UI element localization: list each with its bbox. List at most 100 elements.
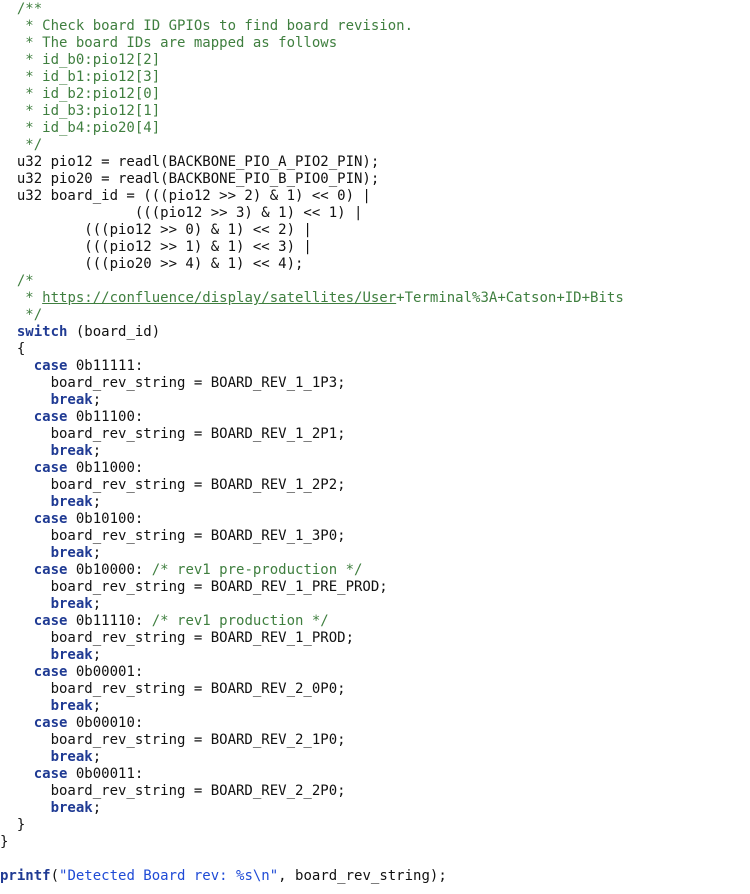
code-line: case 0b10000: /* rev1 pre-production */ [0, 562, 624, 579]
code-line: board_rev_string = BOARD_REV_1_1P3; [0, 375, 624, 392]
code-line: board_rev_string = BOARD_REV_2_2P0; [0, 783, 624, 800]
code-line: u32 board_id = (((pio12 >> 2) & 1) << 0)… [0, 188, 624, 205]
code-token: u32 pio12 = readl(BACKBONE_PIO_A_PIO2_PI… [0, 154, 380, 170]
code-keyword: printf [0, 868, 51, 884]
code-keyword: break [50, 698, 93, 714]
code-comment: * id_b4:pio20[4] [0, 120, 161, 136]
code-token: 0b10100: [67, 511, 144, 527]
code-line: case 0b11110: /* rev1 production */ [0, 613, 624, 630]
code-token: 0b11000: [67, 460, 144, 476]
code-token: ( [50, 868, 60, 884]
code-string: "Detected Board rev: %s\n" [59, 868, 279, 884]
code-line: break; [0, 494, 624, 511]
code-line: * The board IDs are mapped as follows [0, 35, 624, 52]
code-comment: */ [0, 137, 43, 153]
code-token: ; [92, 392, 102, 408]
code-token: u32 board_id = (((pio12 >> 2) & 1) << 0)… [0, 188, 371, 204]
code-token: board_rev_string = BOARD_REV_1_2P2; [0, 477, 346, 493]
code-line: case 0b00001: [0, 664, 624, 681]
code-token: , board_rev_string); [278, 868, 447, 884]
code-token: ; [92, 443, 102, 459]
code-line: /** [0, 1, 624, 18]
code-line: } [0, 834, 624, 851]
code-keyword: case [33, 613, 68, 629]
code-comment: +Terminal%3A+Catson+ID+Bits [396, 290, 624, 306]
code-line: case 0b10100: [0, 511, 624, 528]
code-comment: /** [0, 1, 43, 17]
code-token: u32 pio20 = readl(BACKBONE_PIO_B_PIO0_PI… [0, 171, 380, 187]
code-keyword: break [50, 494, 93, 510]
code-editor[interactable]: /** * Check board ID GPIOs to find board… [0, 0, 750, 894]
code-line: case 0b11000: [0, 460, 624, 477]
code-keyword: case [33, 511, 68, 527]
code-keyword: break [50, 749, 93, 765]
code-comment: * id_b1:pio12[3] [0, 69, 161, 85]
code-token: ; [92, 647, 102, 663]
code-line: */ [0, 307, 624, 324]
code-comment: */ [0, 307, 43, 323]
code-token: board_rev_string = BOARD_REV_2_2P0; [0, 783, 346, 799]
code-token: board_rev_string = BOARD_REV_1_1P3; [0, 375, 346, 391]
code-token: board_rev_string = BOARD_REV_1_2P1; [0, 426, 346, 442]
code-line: (((pio12 >> 0) & 1) << 2) | [0, 222, 624, 239]
code-comment: * Check board ID GPIOs to find board rev… [0, 18, 414, 34]
code-keyword: case [33, 562, 68, 578]
code-token: (((pio12 >> 1) & 1) << 3) | [0, 239, 312, 255]
code-line: board_rev_string = BOARD_REV_1_2P2; [0, 477, 624, 494]
code-keyword: break [50, 392, 93, 408]
code-token: board_rev_string = BOARD_REV_1_PRE_PROD; [0, 579, 388, 595]
code-line: case 0b11100: [0, 409, 624, 426]
code-token: board_rev_string = BOARD_REV_1_3P0; [0, 528, 346, 544]
code-token: ; [92, 698, 102, 714]
code-token: board_rev_string = BOARD_REV_2_0P0; [0, 681, 346, 697]
code-token: 0b00010: [67, 715, 144, 731]
code-line: printf("Detected Board rev: %s\n", board… [0, 868, 624, 885]
code-line: board_rev_string = BOARD_REV_2_1P0; [0, 732, 624, 749]
code-token: 0b00001: [67, 664, 144, 680]
code-line: board_rev_string = BOARD_REV_1_PROD; [0, 630, 624, 647]
code-line: * id_b1:pio12[3] [0, 69, 624, 86]
code-keyword: break [50, 443, 93, 459]
code-line: break; [0, 647, 624, 664]
code-token: ; [92, 494, 102, 510]
code-line: board_rev_string = BOARD_REV_1_3P0; [0, 528, 624, 545]
code-line: } [0, 817, 624, 834]
code-line: break; [0, 392, 624, 409]
code-line: board_rev_string = BOARD_REV_1_2P1; [0, 426, 624, 443]
code-token: ; [92, 800, 102, 816]
code-line: case 0b00011: [0, 766, 624, 783]
code-comment: * id_b0:pio12[2] [0, 52, 161, 68]
code-line: * id_b2:pio12[0] [0, 86, 624, 103]
code-line: break; [0, 596, 624, 613]
code-line: { [0, 341, 624, 358]
code-comment: * id_b2:pio12[0] [0, 86, 161, 102]
code-token: 0b10000: [67, 562, 152, 578]
code-line: break; [0, 800, 624, 817]
code-line: board_rev_string = BOARD_REV_1_PRE_PROD; [0, 579, 624, 596]
code-token: 0b11110: [67, 613, 152, 629]
comment-link[interactable]: https://confluence/display/satellites/Us… [42, 290, 396, 306]
code-line: u32 pio12 = readl(BACKBONE_PIO_A_PIO2_PI… [0, 154, 624, 171]
code-token: board_rev_string = BOARD_REV_2_1P0; [0, 732, 346, 748]
code-comment: * [0, 290, 43, 306]
code-line: (((pio20 >> 4) & 1) << 4); [0, 256, 624, 273]
code-comment: /* rev1 production */ [151, 613, 329, 629]
code-token: 0b00011: [67, 766, 144, 782]
code-token: 0b11100: [67, 409, 144, 425]
code-comment: * The board IDs are mapped as follows [0, 35, 338, 51]
code-keyword: break [50, 545, 93, 561]
code-token: (((pio20 >> 4) & 1) << 4); [0, 256, 304, 272]
